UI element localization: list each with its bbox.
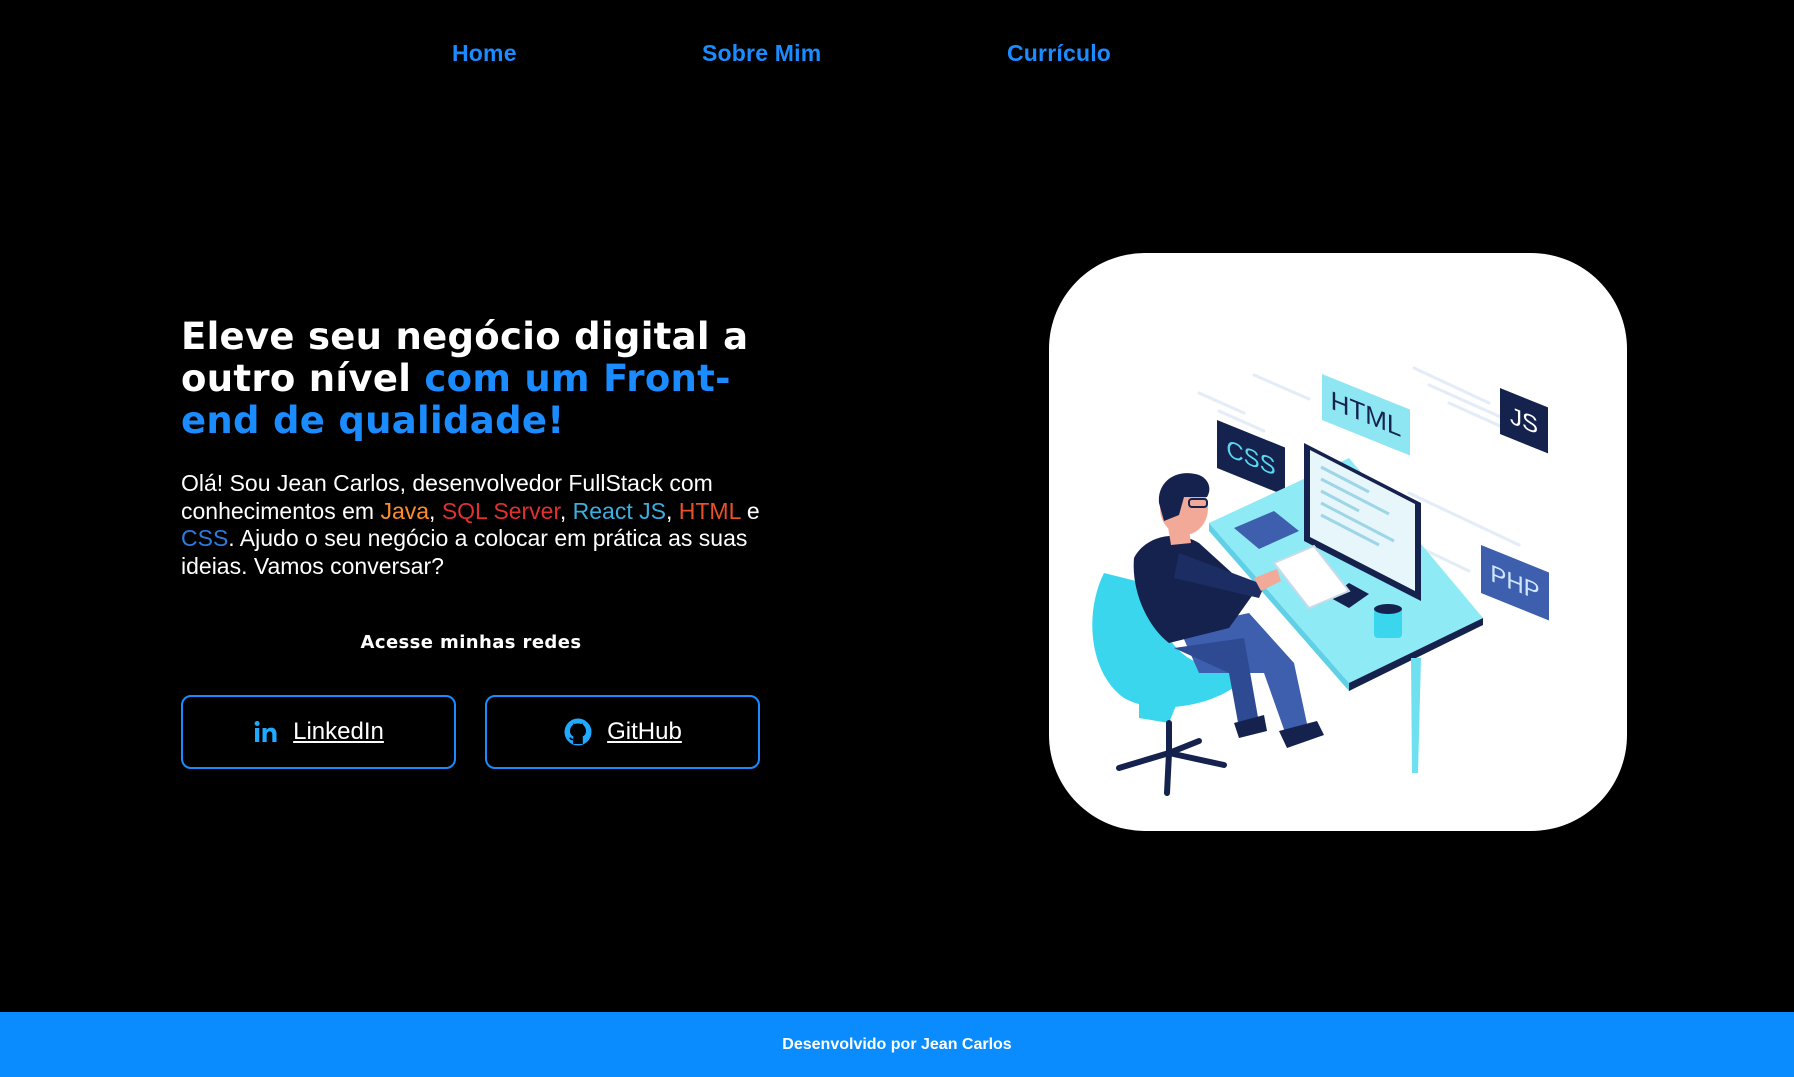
desc-sep: , — [559, 497, 573, 524]
github-button[interactable]: GitHub — [485, 695, 760, 769]
top-nav: Home Sobre Mim Currículo — [0, 40, 1794, 80]
developer-illustration: HTML CSS JS PHP — [1092, 366, 1549, 796]
skill-react-js: React JS — [572, 497, 666, 524]
footer: Desenvolvido por Jean Carlos — [0, 1012, 1794, 1077]
footer-credit: Desenvolvido por Jean Carlos — [782, 1035, 1012, 1053]
desc-outro: . Ajudo o seu negócio a colocar em práti… — [181, 525, 748, 579]
nav-home-link[interactable]: Home — [452, 40, 517, 67]
desc-sep: , — [429, 497, 442, 524]
skill-java: Java — [380, 497, 430, 524]
desc-sep: , — [665, 497, 679, 524]
skill-sql-server: SQL Server — [441, 497, 560, 524]
hero-illustration-card: HTML CSS JS PHP — [1049, 253, 1627, 831]
hero-title: Eleve seu negócio digital a outro nível … — [181, 316, 781, 442]
desc-sep: e — [740, 497, 760, 524]
linkedin-button[interactable]: LinkedIn — [181, 695, 456, 769]
skill-css: CSS — [181, 525, 229, 551]
skill-html: HTML — [678, 497, 741, 524]
github-label: GitHub — [607, 718, 682, 745]
linkedin-icon — [253, 719, 279, 745]
github-icon — [563, 717, 593, 747]
nav-sobre-mim-link[interactable]: Sobre Mim — [702, 40, 821, 67]
page: Home Sobre Mim Currículo Eleve seu negóc… — [0, 0, 1794, 1077]
social-section-title: Acesse minhas redes — [360, 632, 582, 653]
nav-curriculo-link[interactable]: Currículo — [1007, 40, 1111, 67]
hero-description: Olá! Sou Jean Carlos, desenvolvedor Full… — [181, 470, 781, 580]
linkedin-label: LinkedIn — [293, 718, 384, 745]
